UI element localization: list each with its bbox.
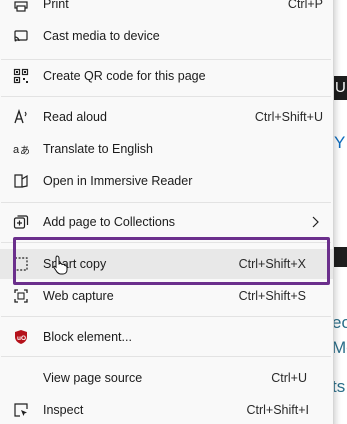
background-link-text[interactable]: Mc — [332, 338, 347, 358]
chevron-right-icon — [309, 215, 321, 229]
cast-icon — [13, 28, 29, 44]
mouse-pointer-icon — [52, 255, 68, 275]
menu-item-smart-copy[interactable]: Smart copy Ctrl+Shift+X — [0, 249, 333, 279]
menu-item-label: Cast media to device — [43, 29, 160, 43]
menu-item-inspect[interactable]: Inspect Ctrl+Shift+I — [0, 394, 333, 424]
qr-code-icon — [13, 68, 29, 84]
inspect-icon — [13, 402, 29, 418]
menu-separator — [1, 242, 331, 243]
background-link-text[interactable]: eo — [332, 313, 347, 333]
collections-icon — [13, 214, 29, 230]
menu-item-label: Web capture — [43, 289, 114, 303]
translate-icon: aあ — [13, 141, 29, 157]
menu-separator — [1, 202, 331, 203]
menu-item-add-to-collections[interactable]: Add page to Collections — [0, 206, 333, 238]
svg-text:a: a — [13, 144, 20, 156]
screen: U Y eo Mc ts Print Ctrl+P Cast media to … — [0, 0, 347, 424]
menu-item-shortcut: Ctrl+Shift+I — [246, 403, 309, 417]
menu-item-label: View page source — [43, 371, 143, 385]
printer-icon — [13, 0, 29, 12]
menu-item-label: Add page to Collections — [43, 215, 176, 229]
menu-separator — [1, 96, 331, 97]
menu-item-shortcut: Ctrl+Shift+X — [238, 257, 306, 271]
menu-item-web-capture[interactable]: Web capture Ctrl+Shift+S — [0, 280, 333, 312]
immersive-reader-icon — [13, 173, 29, 189]
menu-item-label: Print — [43, 0, 69, 11]
menu-item-label: Block element... — [43, 330, 132, 344]
menu-item-cast-media[interactable]: Cast media to device — [0, 20, 333, 52]
menu-item-label: Translate to English — [43, 142, 154, 156]
menu-item-shortcut: Ctrl+Shift+S — [238, 289, 306, 303]
web-capture-icon — [13, 288, 29, 304]
menu-item-view-source[interactable]: View page source Ctrl+U — [0, 362, 333, 394]
menu-item-shortcut: Ctrl+P — [287, 0, 323, 11]
menu-separator — [1, 356, 331, 357]
smart-copy-icon — [13, 256, 29, 272]
ublock-icon: uO — [13, 329, 29, 345]
menu-item-immersive-reader[interactable]: Open in Immersive Reader — [0, 165, 333, 197]
svg-text:あ: あ — [20, 145, 29, 157]
menu-separator — [1, 316, 331, 317]
read-aloud-icon — [13, 109, 29, 125]
svg-text:uO: uO — [17, 335, 26, 342]
menu-item-print[interactable]: Print Ctrl+P — [0, 0, 333, 20]
menu-item-create-qr[interactable]: Create QR code for this page — [0, 60, 333, 92]
menu-item-label: Create QR code for this page — [43, 69, 206, 83]
menu-item-translate[interactable]: aあ Translate to English — [0, 133, 333, 165]
background-dark-bar-text: U — [335, 79, 346, 96]
background-link-text[interactable]: Y — [334, 133, 345, 153]
menu-item-read-aloud[interactable]: Read aloud Ctrl+Shift+U — [0, 101, 333, 133]
menu-item-block-element[interactable]: uO Block element... — [0, 321, 333, 353]
menu-item-label: Open in Immersive Reader — [43, 174, 193, 188]
menu-item-label: Inspect — [43, 403, 84, 417]
menu-item-shortcut: Ctrl+Shift+U — [254, 110, 323, 124]
menu-item-label: Read aloud — [43, 110, 107, 124]
context-menu: Print Ctrl+P Cast media to device Create… — [0, 0, 334, 424]
menu-item-shortcut: Ctrl+U — [271, 371, 307, 385]
